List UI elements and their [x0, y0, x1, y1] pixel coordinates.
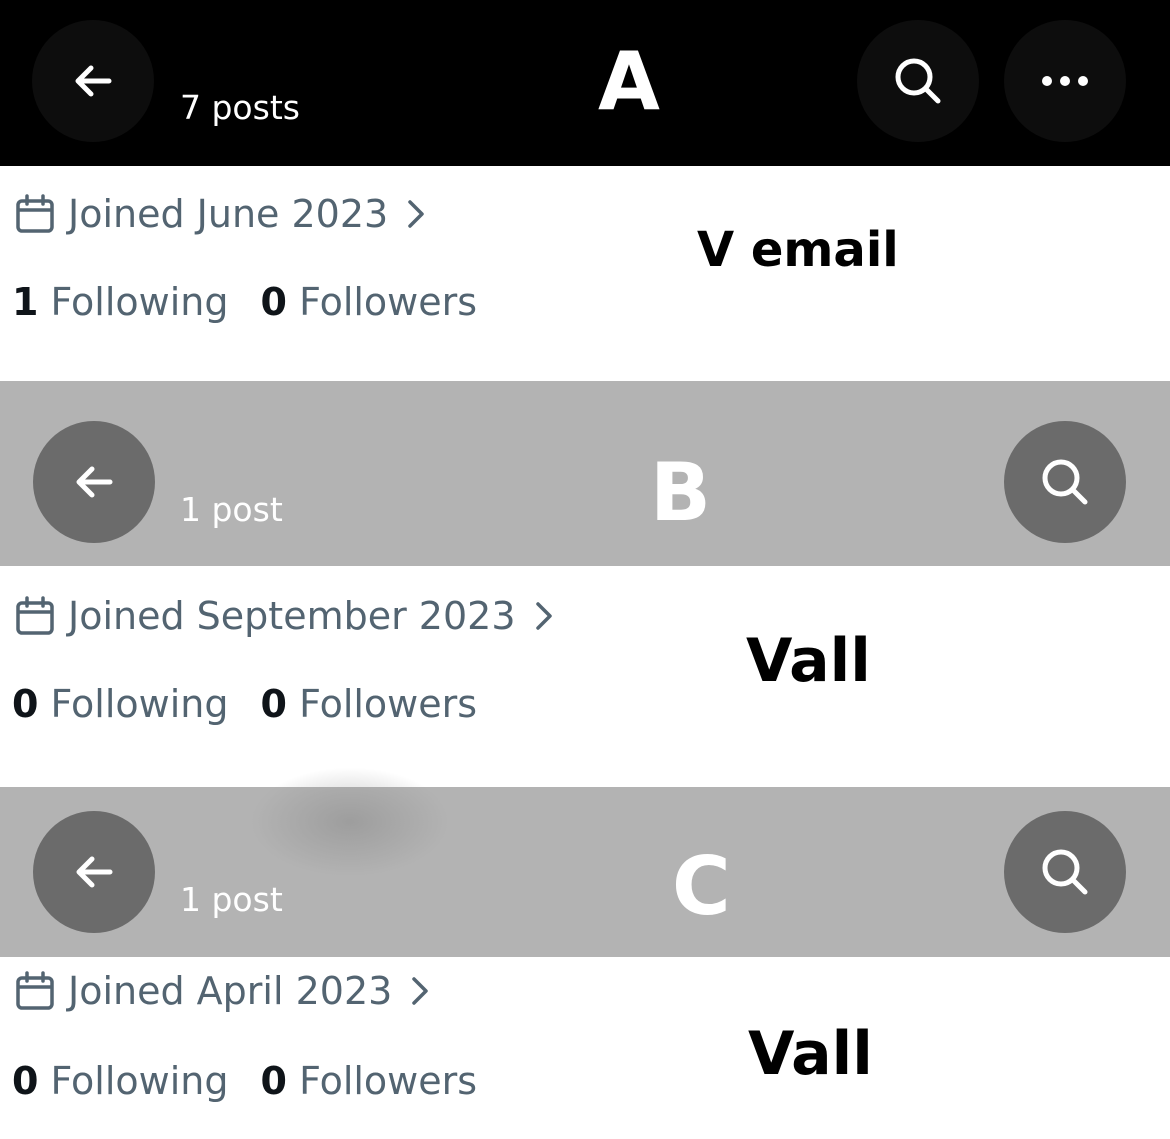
joined-text: Joined June 2023 — [68, 192, 389, 236]
profile-header-b: 1 post B — [0, 381, 1170, 566]
followers-count: 0 — [260, 1059, 287, 1103]
follow-stats: 0 Following 0 Followers — [12, 1059, 477, 1103]
arrow-left-icon — [76, 856, 113, 888]
follow-stats: 0 Following 0 Followers — [12, 682, 477, 726]
profile-info-c: Joined April 2023 0 Following 0 Followers… — [0, 957, 1170, 1139]
followers-label: Followers — [299, 682, 478, 726]
following-count: 0 — [12, 1059, 39, 1103]
post-count: 1 post — [180, 880, 283, 919]
search-button[interactable] — [857, 20, 979, 142]
calendar-icon — [14, 595, 56, 637]
chevron-right-icon — [410, 975, 430, 1007]
search-icon — [895, 58, 941, 104]
back-button[interactable] — [33, 811, 155, 933]
joined-date[interactable]: Joined September 2023 — [14, 594, 554, 638]
arrow-left-icon — [76, 466, 113, 498]
search-icon — [1042, 849, 1088, 895]
blurred-region — [250, 767, 450, 877]
arrow-left-icon — [75, 65, 112, 97]
post-count: 1 post — [180, 490, 283, 529]
search-button[interactable] — [1004, 811, 1126, 933]
followers-link[interactable]: 0 Followers — [261, 1059, 478, 1103]
following-link[interactable]: 0 Following — [12, 1059, 229, 1103]
annotation-note: Vall — [748, 1019, 873, 1089]
followers-label: Followers — [299, 280, 478, 324]
post-count: 7 posts — [180, 88, 300, 127]
followers-link[interactable]: 0 Followers — [261, 280, 478, 324]
chevron-right-icon — [534, 600, 554, 632]
calendar-icon — [14, 193, 56, 235]
profile-info-b: Joined September 2023 0 Following 0 Follo… — [0, 566, 1170, 787]
follow-stats: 1 Following 0 Followers — [12, 280, 477, 324]
joined-text: Joined April 2023 — [68, 969, 393, 1013]
following-count: 0 — [12, 682, 39, 726]
more-horizontal-icon — [1042, 76, 1088, 86]
following-link[interactable]: 1 Following — [12, 280, 229, 324]
panel-label: B — [650, 446, 711, 539]
search-icon — [1042, 459, 1088, 505]
joined-date[interactable]: Joined April 2023 — [14, 969, 430, 1013]
followers-link[interactable]: 0 Followers — [261, 682, 478, 726]
following-link[interactable]: 0 Following — [12, 682, 229, 726]
profile-header-a: 7 posts A — [0, 0, 1170, 166]
back-button[interactable] — [33, 421, 155, 543]
calendar-icon — [14, 970, 56, 1012]
following-label: Following — [50, 682, 229, 726]
followers-label: Followers — [299, 1059, 478, 1103]
following-count: 1 — [12, 280, 39, 324]
followers-count: 0 — [260, 682, 287, 726]
panel-label: A — [598, 35, 660, 128]
back-button[interactable] — [32, 20, 154, 142]
joined-text: Joined September 2023 — [68, 594, 516, 638]
joined-date[interactable]: Joined June 2023 — [14, 192, 426, 236]
following-label: Following — [50, 1059, 229, 1103]
chevron-right-icon — [406, 198, 426, 230]
more-button[interactable] — [1004, 20, 1126, 142]
profile-header-c: 1 post C — [0, 767, 1170, 957]
annotation-note: V email — [697, 222, 899, 278]
followers-count: 0 — [260, 280, 287, 324]
panel-label: C — [672, 840, 731, 933]
search-button[interactable] — [1004, 421, 1126, 543]
annotation-note: Vall — [746, 626, 871, 696]
profile-info-a: Joined June 2023 1 Following 0 Followers … — [0, 166, 1170, 381]
following-label: Following — [50, 280, 229, 324]
